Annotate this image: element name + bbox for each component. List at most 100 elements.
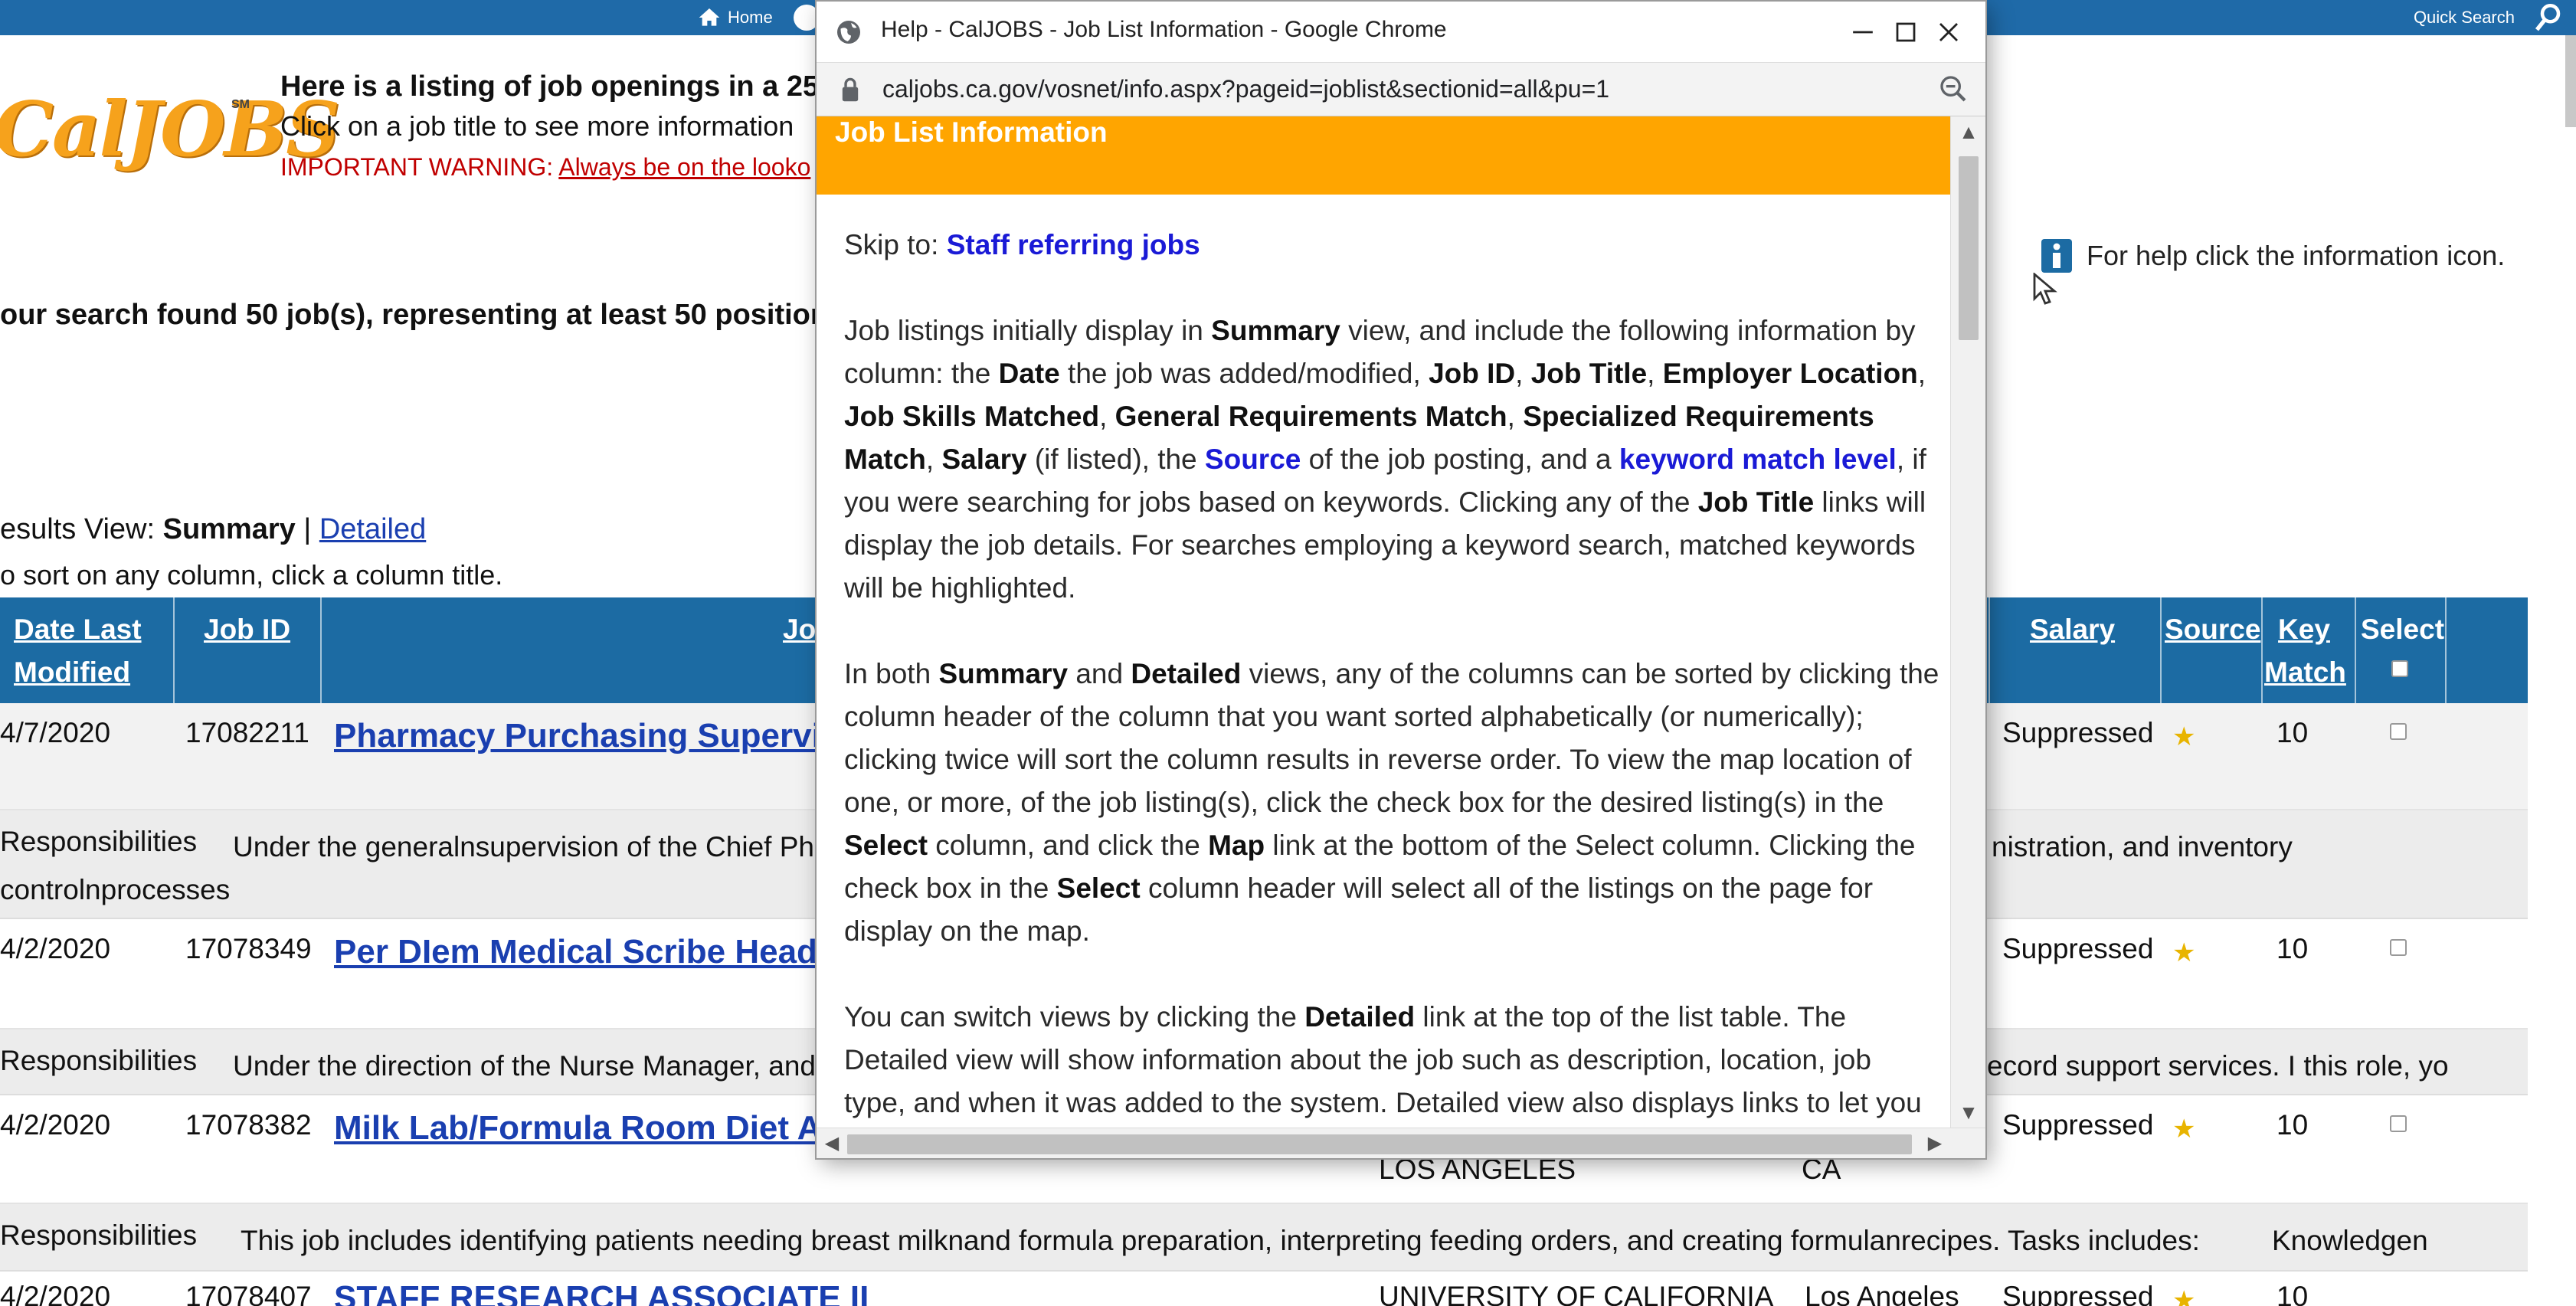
nav-home-link[interactable]: Home xyxy=(697,3,773,32)
maximize-icon[interactable] xyxy=(1889,15,1923,49)
header-key-match[interactable]: Key Match xyxy=(2264,608,2346,694)
keyword-match-level-link[interactable]: keyword match level xyxy=(1619,444,1897,475)
description-text: This job includes identifying patients n… xyxy=(241,1225,2200,1256)
p2-text: column, and click the xyxy=(928,830,1209,861)
row-select-checkbox[interactable] xyxy=(2390,723,2407,740)
header-job-id[interactable]: Job ID xyxy=(204,608,290,651)
row-select-checkbox[interactable] xyxy=(2390,939,2407,956)
row-salary: Suppressed xyxy=(2002,1281,2154,1306)
job-list-info-banner: Job List Information xyxy=(817,116,1950,195)
row-employer: LOS ANGELES xyxy=(1379,1154,1576,1185)
close-icon[interactable] xyxy=(1932,15,1966,49)
header-date-line2: Modified xyxy=(14,656,131,688)
results-view-separator: | xyxy=(295,513,319,545)
warning-link[interactable]: Always be on the looko xyxy=(558,153,810,181)
quick-search-link[interactable]: Quick Search xyxy=(2414,3,2515,32)
row-job-title-link[interactable]: Pharmacy Purchasing Supervis xyxy=(334,717,840,755)
header-divider xyxy=(2445,597,2447,703)
popup-vertical-scrollbar[interactable]: ▲ ▼ xyxy=(1950,116,1985,1128)
row-salary: Suppressed xyxy=(2002,1109,2154,1141)
header-source[interactable]: Source xyxy=(2165,608,2260,651)
zoom-out-icon[interactable] xyxy=(1938,74,1969,104)
popup-content: Job List Information Skip to: Staff refe… xyxy=(817,116,1950,1128)
header-divider xyxy=(2160,597,2162,703)
p1-bold: Summary xyxy=(1211,315,1340,346)
table-row: 4/2/2020 17078407 STAFF RESEARCH ASSOCIA… xyxy=(0,1272,2528,1306)
p1-text: , xyxy=(1099,401,1115,432)
scroll-up-arrow-icon[interactable]: ▲ xyxy=(1951,116,1986,147)
p2-bold: Select xyxy=(1056,872,1141,904)
p2-bold: Detailed xyxy=(1131,658,1242,689)
p1-text: the job was added/modified, xyxy=(1059,358,1429,389)
description-text-tail: nistration, and inventory xyxy=(1992,831,2293,862)
information-icon[interactable] xyxy=(2041,239,2073,273)
listing-intro-subtitle: Click on a job title to see more informa… xyxy=(280,110,794,142)
popup-url[interactable]: caljobs.ca.gov/vosnet/info.aspx?pageid=j… xyxy=(882,75,1609,103)
source-link[interactable]: Source xyxy=(1205,444,1301,475)
help-note-text: For help click the information icon. xyxy=(2087,240,2506,271)
skip-prefix: Skip to: xyxy=(844,229,947,260)
row-job-id: 17078407 xyxy=(185,1281,312,1306)
row-select-checkbox[interactable] xyxy=(2390,1115,2407,1132)
results-view-switch: esults View: Summary | Detailed xyxy=(0,513,426,546)
quick-search-label: Quick Search xyxy=(2413,8,2515,27)
lock-icon[interactable] xyxy=(840,77,861,103)
vertical-scroll-thumb[interactable] xyxy=(1959,156,1979,340)
popup-address-bar[interactable]: caljobs.ca.gov/vosnet/info.aspx?pageid=j… xyxy=(817,63,1985,116)
warning-prefix: IMPORTANT WARNING: xyxy=(280,153,559,181)
p1-text: , xyxy=(1917,358,1926,389)
header-divider xyxy=(320,597,322,703)
mouse-cursor-icon xyxy=(2033,273,2057,305)
scroll-left-arrow-icon[interactable]: ◀ xyxy=(817,1128,847,1159)
header-date-line1: Date Last xyxy=(14,614,142,645)
staff-referring-jobs-link[interactable]: Staff referring jobs xyxy=(947,229,1200,260)
source-star-icon: ★ xyxy=(2172,722,2196,751)
horizontal-scroll-thumb[interactable] xyxy=(847,1134,1912,1154)
nav-info-icon[interactable] xyxy=(794,5,820,31)
search-result-summary: our search found 50 job(s), representing… xyxy=(0,299,854,331)
minimize-icon[interactable] xyxy=(1846,15,1880,49)
header-divider xyxy=(2355,597,2356,703)
banner-title: Job List Information xyxy=(835,116,1108,148)
row-job-title-link[interactable]: Milk Lab/Formula Room Diet A xyxy=(334,1109,821,1147)
logo-service-mark: SM xyxy=(231,98,250,111)
detailed-view-link[interactable]: Detailed xyxy=(319,513,426,545)
row-employer: UNIVERSITY OF CALIFORNIA xyxy=(1379,1281,1774,1306)
description-text: Under the generalnsupervision of the Chi… xyxy=(233,831,814,862)
nav-home-label: Home xyxy=(728,8,773,27)
listing-intro-title: Here is a listing of job openings in a 2… xyxy=(280,70,839,103)
row-description: Responsibilities This job includes ident… xyxy=(0,1204,2528,1272)
row-key-match: 10 xyxy=(2277,717,2309,748)
description-label: Responsibilities xyxy=(0,826,198,857)
home-icon xyxy=(699,8,720,26)
row-job-title-link[interactable]: STAFF RESEARCH ASSOCIATE II xyxy=(334,1279,869,1306)
scroll-down-arrow-icon[interactable]: ▼ xyxy=(1951,1097,1986,1128)
header-salary[interactable]: Salary xyxy=(2030,608,2115,651)
description-text-line2: controlnprocesses xyxy=(0,874,231,905)
popup-horizontal-scrollbar[interactable]: ◀ ▶ xyxy=(817,1128,1985,1158)
p1-text: , xyxy=(925,444,942,475)
p1-text: (if listed), the xyxy=(1026,444,1205,475)
page-scrollbar-thumb[interactable] xyxy=(2565,35,2576,127)
select-all-checkbox[interactable] xyxy=(2391,660,2408,677)
help-note: For help click the information icon. xyxy=(2041,239,2505,273)
results-view-current: Summary xyxy=(162,513,296,545)
p2-text: and xyxy=(1068,658,1131,689)
p1-bold: Employer Location xyxy=(1662,358,1918,389)
description-text-tail: Knowledgen xyxy=(2272,1225,2428,1256)
header-job-title[interactable]: Jo xyxy=(783,608,816,651)
scroll-right-arrow-icon[interactable]: ▶ xyxy=(1920,1128,1950,1159)
row-date: 4/7/2020 xyxy=(0,717,111,748)
header-key-line2: Match xyxy=(2264,656,2346,688)
popup-title-bar[interactable]: Help - CalJOBS - Job List Information - … xyxy=(817,2,1985,63)
row-job-title-link[interactable]: Per DIem Medical Scribe Head xyxy=(334,933,817,971)
row-date: 4/2/2020 xyxy=(0,933,111,964)
row-job-id: 17082211 xyxy=(185,717,309,748)
search-icon[interactable] xyxy=(2532,2,2564,34)
sort-hint: o sort on any column, click a column tit… xyxy=(0,559,503,591)
p1-bold: Job Title xyxy=(1697,486,1815,518)
header-date-last-modified[interactable]: Date Last Modified xyxy=(14,608,142,694)
p1-text: , xyxy=(1515,358,1531,389)
p2-text: In both xyxy=(844,658,939,689)
description-label: Responsibilities xyxy=(0,1219,198,1251)
